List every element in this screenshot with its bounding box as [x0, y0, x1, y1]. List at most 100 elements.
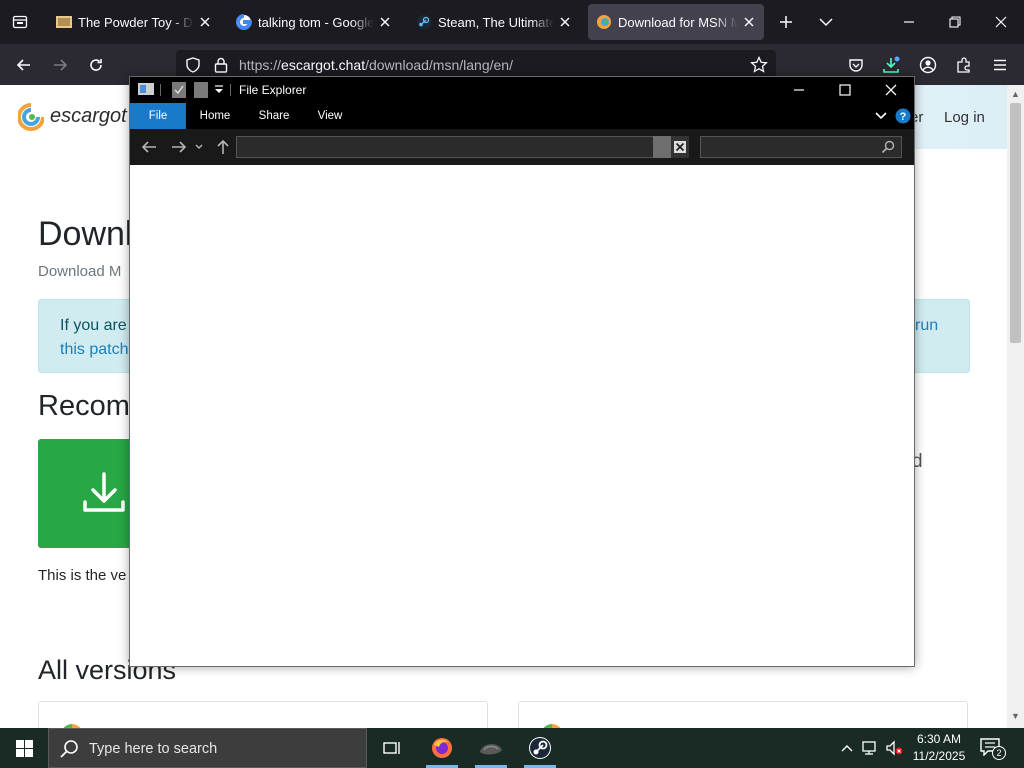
brand-name[interactable]: escargot — [50, 105, 127, 128]
taskbar-firefox[interactable] — [418, 728, 466, 768]
close-tab-icon[interactable] — [378, 15, 392, 29]
network-button[interactable] — [862, 740, 880, 756]
clock-time: 6:30 AM — [916, 732, 962, 746]
minimize-button[interactable] — [894, 8, 924, 36]
address-field[interactable] — [236, 136, 654, 158]
ribbon-tab-view[interactable]: View — [306, 103, 354, 129]
close-tab-icon[interactable] — [742, 15, 756, 29]
start-button[interactable] — [0, 728, 48, 768]
properties-icon[interactable] — [172, 82, 186, 98]
notification-count-badge: 2 — [992, 746, 1006, 760]
volume-button[interactable] — [886, 740, 904, 756]
ribbon-tab-file[interactable]: File — [130, 103, 186, 129]
taskbar-app[interactable] — [467, 728, 515, 768]
clear-address-button[interactable] — [671, 136, 689, 158]
scroll-up-arrow-icon[interactable]: ▲ — [1011, 89, 1020, 99]
task-view-button[interactable] — [368, 728, 416, 768]
file-list-area[interactable] — [130, 165, 914, 666]
taskbar-search-box[interactable]: Type here to search — [48, 728, 367, 768]
scroll-down-arrow-icon[interactable]: ▼ — [1011, 711, 1020, 721]
show-hidden-icons-button[interactable] — [838, 740, 856, 756]
svg-text:?: ? — [900, 111, 907, 123]
pocket-icon — [849, 59, 863, 72]
volume-muted-icon — [886, 740, 903, 756]
close-tab-icon[interactable] — [558, 15, 572, 29]
pocket-button[interactable] — [843, 52, 869, 78]
app-icon — [480, 744, 502, 755]
alert-text: If you are — [60, 317, 127, 334]
firefox-view-button[interactable] — [8, 10, 32, 34]
download-icon — [883, 56, 900, 73]
search-icon — [881, 140, 895, 154]
run-link[interactable]: run — [915, 317, 938, 335]
close-tab-icon[interactable] — [198, 15, 212, 29]
extensions-button[interactable] — [951, 52, 977, 78]
close-window-button[interactable] — [986, 8, 1016, 36]
page-title: Downl — [38, 215, 133, 253]
fe-maximize-button[interactable] — [822, 77, 868, 103]
tab-msn-download[interactable]: Download for MSN Messenger — [588, 4, 764, 40]
login-link[interactable]: Log in — [944, 109, 985, 126]
separator — [160, 84, 161, 96]
url-text[interactable]: https://escargot.chat/download/msn/lang/… — [239, 57, 513, 73]
fe-back-button[interactable] — [140, 138, 158, 156]
escargot-logo-icon[interactable] — [18, 103, 44, 131]
file-explorer-titlebar[interactable]: File Explorer — [130, 77, 914, 103]
help-button[interactable]: ? — [894, 103, 912, 129]
menu-button[interactable] — [987, 52, 1013, 78]
ribbon-tab-home[interactable]: Home — [190, 103, 240, 129]
restore-button[interactable] — [940, 8, 970, 36]
list-all-tabs-button[interactable] — [814, 10, 838, 34]
shield-icon[interactable] — [184, 56, 202, 74]
notification-center-button[interactable]: 2 — [980, 738, 1006, 760]
scrollbar-thumb[interactable] — [1010, 103, 1021, 343]
tab-powder-toy[interactable]: The Powder Toy - Download — [48, 4, 220, 40]
ribbon-tab-share[interactable]: Share — [250, 103, 298, 129]
escargot-favicon — [596, 14, 612, 30]
tab-title: The Powder Toy - Download — [78, 14, 194, 30]
help-icon: ? — [895, 108, 911, 124]
chevron-down-icon — [195, 144, 203, 149]
fe-minimize-button[interactable] — [776, 77, 822, 103]
address-dropdown-button[interactable] — [653, 136, 671, 158]
clock-date: 11/2/2025 — [912, 749, 966, 763]
chevron-down-icon — [875, 112, 887, 120]
version-card[interactable] — [38, 701, 488, 728]
chevron-down-icon — [819, 18, 833, 27]
windows-logo-icon — [15, 739, 33, 757]
downloads-button[interactable] — [878, 52, 904, 78]
taskbar-steam[interactable] — [516, 728, 564, 768]
task-view-icon — [383, 742, 400, 754]
customize-quick-access-icon[interactable] — [214, 85, 224, 95]
fe-forward-button[interactable] — [170, 138, 188, 156]
new-folder-icon[interactable] — [194, 82, 208, 98]
system-clock[interactable]: 6:30 AM 11/2/2025 — [912, 731, 966, 765]
file-explorer-window[interactable]: File Explorer File Home Share View ? — [129, 76, 915, 667]
steam-icon — [529, 737, 551, 759]
close-icon — [673, 140, 687, 154]
new-tab-button[interactable] — [774, 10, 798, 34]
account-button[interactable] — [915, 52, 941, 78]
arrow-right-icon — [172, 141, 187, 153]
recent-locations-button[interactable] — [194, 138, 204, 156]
account-icon — [919, 56, 937, 74]
search-field[interactable] — [700, 136, 902, 158]
lock-icon[interactable] — [212, 56, 230, 74]
tab-title: talking tom - Google Search — [258, 14, 374, 30]
close-icon — [995, 16, 1007, 28]
forward-button[interactable] — [47, 52, 73, 78]
back-button[interactable] — [11, 52, 37, 78]
expand-ribbon-button[interactable] — [872, 103, 890, 129]
fe-close-button[interactable] — [868, 77, 914, 103]
tab-google-search[interactable]: talking tom - Google Search — [228, 4, 400, 40]
page-scrollbar[interactable]: ▲ ▼ — [1007, 85, 1024, 728]
patch-link[interactable]: this patch — [60, 341, 128, 359]
bookmark-star-icon[interactable] — [750, 56, 768, 74]
reload-button[interactable] — [83, 52, 109, 78]
tab-title: Download for MSN Messenger — [618, 14, 738, 30]
google-favicon — [236, 14, 252, 30]
page-subtitle: Download M — [38, 263, 122, 280]
version-card[interactable] — [518, 701, 968, 728]
tab-steam[interactable]: Steam, The Ultimate Online Game Platform — [408, 4, 580, 40]
fe-up-button[interactable] — [214, 138, 232, 156]
